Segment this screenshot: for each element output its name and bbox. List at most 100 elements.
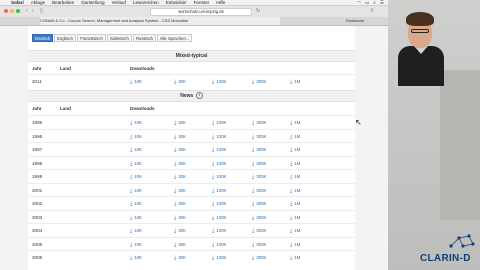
download-size: 10K: [134, 120, 143, 125]
download-link[interactable]: ⤓ 300K: [252, 201, 266, 207]
download-link[interactable]: ⤓ 300K: [252, 147, 266, 153]
back-icon[interactable]: ‹: [26, 8, 28, 14]
close-window-button[interactable]: [4, 9, 8, 13]
download-link[interactable]: ⤓ 1M: [290, 174, 300, 180]
download-link[interactable]: ⤓ 100K: [212, 120, 226, 126]
tab-conan[interactable]: CONAN & Co - Corpus Search, Management a…: [40, 17, 280, 25]
menu-list-icon[interactable]: ☰: [380, 0, 384, 6]
download-link[interactable]: ⤓ 100K: [212, 79, 226, 85]
download-link[interactable]: ⤓ 10K: [130, 161, 142, 167]
lang-tab-russisch[interactable]: Russisch: [133, 34, 156, 42]
download-link[interactable]: ⤓ 30K: [174, 120, 186, 126]
download-link[interactable]: ⤓ 30K: [174, 255, 186, 261]
download-link[interactable]: ⤓ 300K: [252, 228, 266, 234]
share-icon[interactable]: ⇪: [370, 8, 374, 14]
download-link[interactable]: ⤓ 100K: [212, 174, 226, 180]
download-link[interactable]: ⤓ 1M: [290, 147, 300, 153]
lang-tab-englisch[interactable]: Englisch: [54, 34, 76, 42]
download-icon: ⤓: [290, 228, 293, 234]
download-link[interactable]: ⤓ 300K: [252, 215, 266, 221]
lang-tab-franzoesisch[interactable]: Französisch: [77, 34, 106, 42]
download-link[interactable]: ⤓ 1M: [290, 242, 300, 248]
download-link[interactable]: ⤓ 10K: [130, 255, 142, 261]
address-bar[interactable]: wortschatz.uni-leipzig.de: [150, 8, 252, 16]
menu-item-fenster[interactable]: Fenster: [194, 0, 210, 5]
download-link[interactable]: ⤓ 10K: [130, 201, 142, 207]
lang-tab-alle[interactable]: Alle Sprachen...: [157, 34, 192, 42]
spotlight-icon[interactable]: ⌕: [373, 0, 376, 6]
download-link[interactable]: ⤓ 10K: [130, 147, 142, 153]
download-link[interactable]: ⤓ 100K: [212, 134, 226, 140]
download-icon: ⤓: [212, 201, 215, 207]
reload-icon[interactable]: ↻: [256, 8, 260, 14]
download-link[interactable]: ⤓ 10K: [130, 174, 142, 180]
download-link[interactable]: ⤓ 30K: [174, 242, 186, 248]
menu-item-entwickler[interactable]: Entwickler: [166, 0, 187, 5]
download-icon: ⤓: [130, 228, 133, 234]
download-link[interactable]: ⤓ 1M: [290, 215, 300, 221]
info-icon[interactable]: i: [195, 92, 203, 100]
battery-icon[interactable]: ▭: [365, 0, 369, 6]
sidebar-icon[interactable]: ▯: [40, 8, 43, 14]
forward-icon[interactable]: ›: [32, 8, 34, 14]
download-link[interactable]: ⤓ 300K: [252, 174, 266, 180]
menu-item-safari[interactable]: Safari: [11, 0, 24, 5]
download-link[interactable]: ⤓ 1M: [290, 188, 300, 194]
download-link[interactable]: ⤓ 10K: [130, 228, 142, 234]
download-link[interactable]: ⤓ 100K: [212, 201, 226, 207]
download-link[interactable]: ⤓ 100K: [212, 255, 226, 261]
download-link[interactable]: ⤓ 300K: [252, 134, 266, 140]
wifi-icon[interactable]: ◠: [357, 0, 361, 6]
menu-item-lesezeichen[interactable]: Lesezeichen: [133, 0, 159, 5]
download-link[interactable]: ⤓ 30K: [174, 188, 186, 194]
lang-tab-italienisch[interactable]: Italienisch: [107, 34, 132, 42]
download-link[interactable]: ⤓ 30K: [174, 161, 186, 167]
download-link[interactable]: ⤓ 1M: [290, 201, 300, 207]
download-icon: ⤓: [252, 187, 255, 194]
download-link[interactable]: ⤓ 10K: [130, 188, 142, 194]
download-link[interactable]: ⤓ 1M: [290, 134, 300, 140]
download-link[interactable]: ⤓ 1M: [290, 255, 300, 261]
download-link[interactable]: ⤓ 100K: [212, 215, 226, 221]
download-icon: ⤓: [252, 214, 255, 221]
download-link[interactable]: ⤓ 10K: [130, 79, 142, 85]
download-link[interactable]: ⤓ 100K: [212, 147, 226, 153]
download-link[interactable]: ⤓ 30K: [174, 79, 186, 85]
menu-item-ablage[interactable]: Ablage: [31, 0, 45, 5]
download-link[interactable]: ⤓ 300K: [252, 242, 266, 248]
download-link[interactable]: ⤓ 30K: [174, 215, 186, 221]
download-link[interactable]: ⤓ 10K: [130, 242, 142, 248]
download-icon: ⤓: [212, 120, 215, 126]
menu-item-bearbeiten[interactable]: Bearbeiten: [52, 0, 74, 5]
download-link[interactable]: ⤓ 100K: [212, 228, 226, 234]
download-link[interactable]: ⤓ 10K: [130, 215, 142, 221]
menu-item-verlauf[interactable]: Verlauf: [112, 0, 126, 5]
minimize-window-button[interactable]: [10, 9, 14, 13]
download-link[interactable]: ⤓ 300K: [252, 161, 266, 167]
download-link[interactable]: ⤓ 300K: [252, 255, 266, 261]
download-link[interactable]: ⤓ 1M: [290, 161, 300, 167]
download-link[interactable]: ⤓ 100K: [212, 161, 226, 167]
zoom-window-button[interactable]: [16, 9, 20, 13]
download-link[interactable]: ⤓ 100K: [212, 188, 226, 194]
tab-download[interactable]: Download: [346, 17, 386, 25]
download-link[interactable]: ⤓ 10K: [130, 134, 142, 140]
download-link[interactable]: ⤓ 30K: [174, 147, 186, 153]
download-link[interactable]: ⤓ 100K: [212, 242, 226, 248]
download-link[interactable]: ⤓ 30K: [174, 174, 186, 180]
download-link[interactable]: ⤓ 1M: [290, 228, 300, 234]
download-link[interactable]: ⤓ 300K: [252, 79, 266, 85]
download-icon: ⤓: [174, 201, 177, 207]
download-link[interactable]: ⤓ 30K: [174, 228, 186, 234]
lang-tab-deutsch[interactable]: Deutsch: [32, 34, 53, 42]
download-size: 1M: [294, 201, 301, 206]
download-link[interactable]: ⤓ 300K: [252, 188, 266, 194]
download-link[interactable]: ⤓ 10K: [130, 120, 142, 126]
menu-item-hilfe[interactable]: Hilfe: [216, 0, 225, 5]
download-link[interactable]: ⤓ 30K: [174, 134, 186, 140]
download-link[interactable]: ⤓ 30K: [174, 201, 186, 207]
download-link[interactable]: ⤓ 1M: [290, 79, 300, 85]
download-link[interactable]: ⤓ 1M: [290, 120, 300, 126]
menu-item-darstellung[interactable]: Darstellung: [81, 0, 104, 5]
download-link[interactable]: ⤓ 300K: [252, 120, 266, 126]
